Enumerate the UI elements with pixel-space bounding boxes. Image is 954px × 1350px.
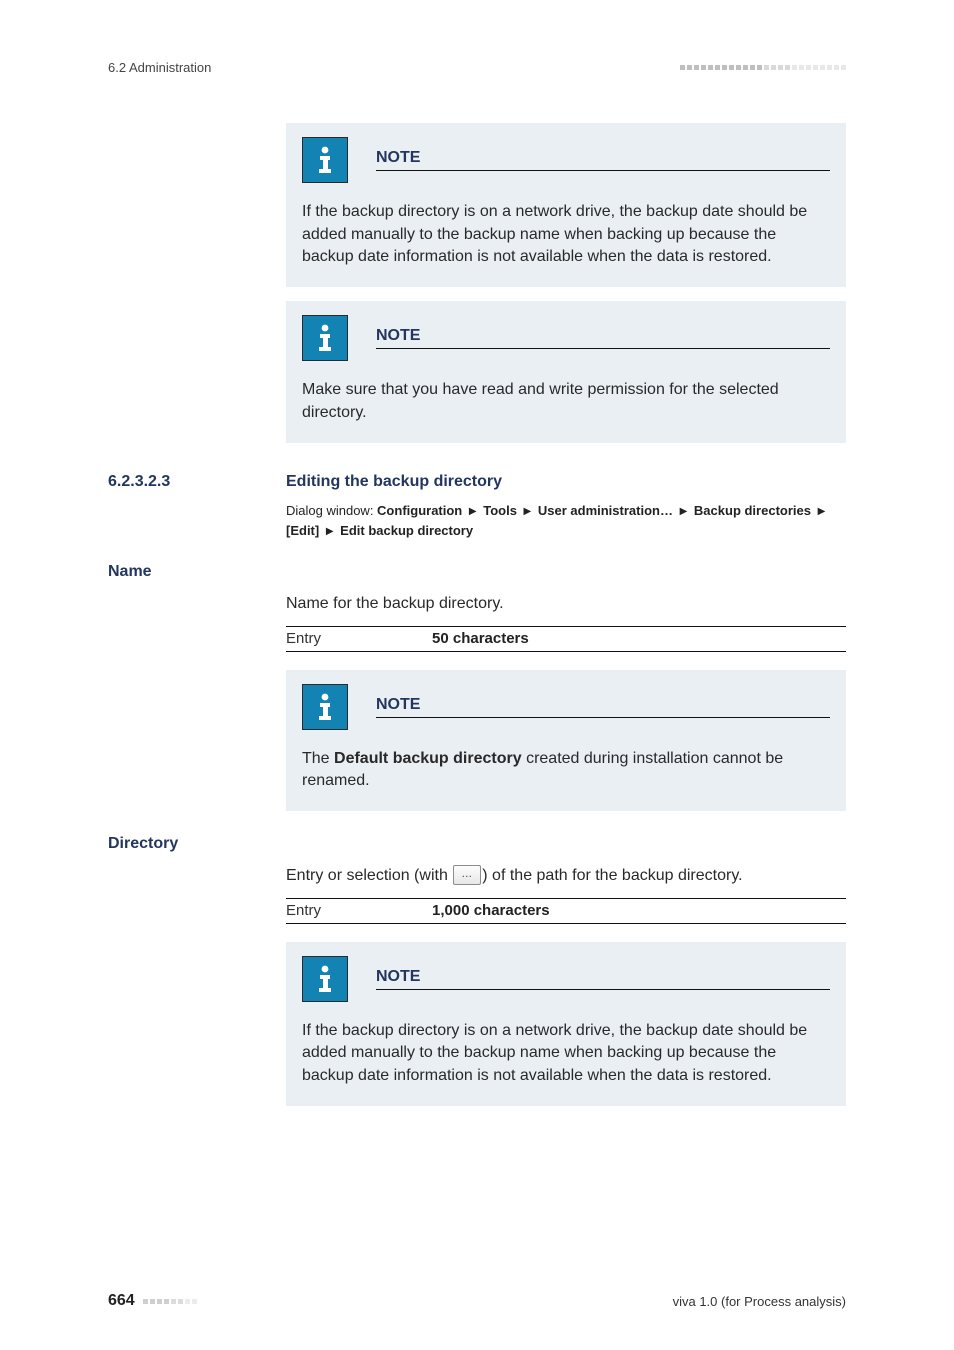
dialog-path-segment: Edit backup directory — [340, 523, 473, 538]
footer-right: viva 1.0 (for Process analysis) — [673, 1294, 846, 1309]
note-box: NOTE The Default backup directory create… — [286, 670, 846, 811]
footer-ornament — [143, 1299, 197, 1304]
field-label-directory: Directory — [108, 835, 846, 853]
dialog-path-segment: [Edit] — [286, 523, 319, 538]
running-head-section: 6.2 Administration — [108, 60, 211, 75]
entry-row: Entry 1,000 characters — [286, 898, 846, 924]
page-number: 664 — [108, 1292, 135, 1310]
note-title: NOTE — [376, 968, 830, 990]
entry-key: Entry — [286, 902, 432, 919]
info-icon — [302, 137, 348, 183]
note-title: NOTE — [376, 696, 830, 718]
running-head-ornament — [680, 65, 846, 70]
note-text-part: The — [302, 750, 334, 767]
field-label-name: Name — [108, 563, 846, 581]
note-text: If the backup directory is on a network … — [302, 201, 830, 269]
dialog-path-segment: Tools — [483, 503, 517, 518]
chevron-right-icon: ▶ — [323, 526, 337, 537]
section-number: 6.2.3.2.3 — [108, 473, 170, 491]
note-box: NOTE If the backup directory is on a net… — [286, 942, 846, 1106]
info-icon — [302, 684, 348, 730]
field-desc-part: ) of the path for the backup directory. — [482, 867, 742, 884]
chevron-right-icon: ▶ — [815, 506, 829, 517]
info-icon — [302, 956, 348, 1002]
note-title: NOTE — [376, 327, 830, 349]
section-title: Editing the backup directory — [286, 473, 502, 490]
chevron-right-icon: ▶ — [677, 506, 691, 517]
note-text: If the backup directory is on a network … — [302, 1020, 830, 1088]
note-text-bold: Default backup directory — [334, 750, 522, 767]
chevron-right-icon: ▶ — [466, 506, 480, 517]
field-desc-directory: Entry or selection (with …) of the path … — [286, 865, 846, 888]
dialog-path-lead: Dialog window: — [286, 503, 377, 518]
info-icon — [302, 315, 348, 361]
dialog-path-segment: Configuration — [377, 503, 462, 518]
note-box: NOTE Make sure that you have read and wr… — [286, 301, 846, 442]
field-desc-name: Name for the backup directory. — [286, 593, 846, 616]
browse-button[interactable]: … — [453, 865, 481, 885]
dialog-path: Dialog window: Configuration ▶ Tools ▶ U… — [286, 501, 846, 541]
note-title: NOTE — [376, 149, 830, 171]
note-box: NOTE If the backup directory is on a net… — [286, 123, 846, 287]
section-heading: 6.2.3.2.3 Editing the backup directory — [286, 473, 846, 491]
note-text: The Default backup directory created dur… — [302, 748, 830, 793]
field-desc-part: Entry or selection (with — [286, 867, 452, 884]
entry-value: 1,000 characters — [432, 902, 550, 919]
chevron-right-icon: ▶ — [521, 506, 535, 517]
dialog-path-segment: User administration… — [538, 503, 673, 518]
entry-value: 50 characters — [432, 630, 529, 647]
dialog-path-segment: Backup directories — [694, 503, 811, 518]
note-text: Make sure that you have read and write p… — [302, 379, 830, 424]
entry-key: Entry — [286, 630, 432, 647]
entry-row: Entry 50 characters — [286, 626, 846, 652]
